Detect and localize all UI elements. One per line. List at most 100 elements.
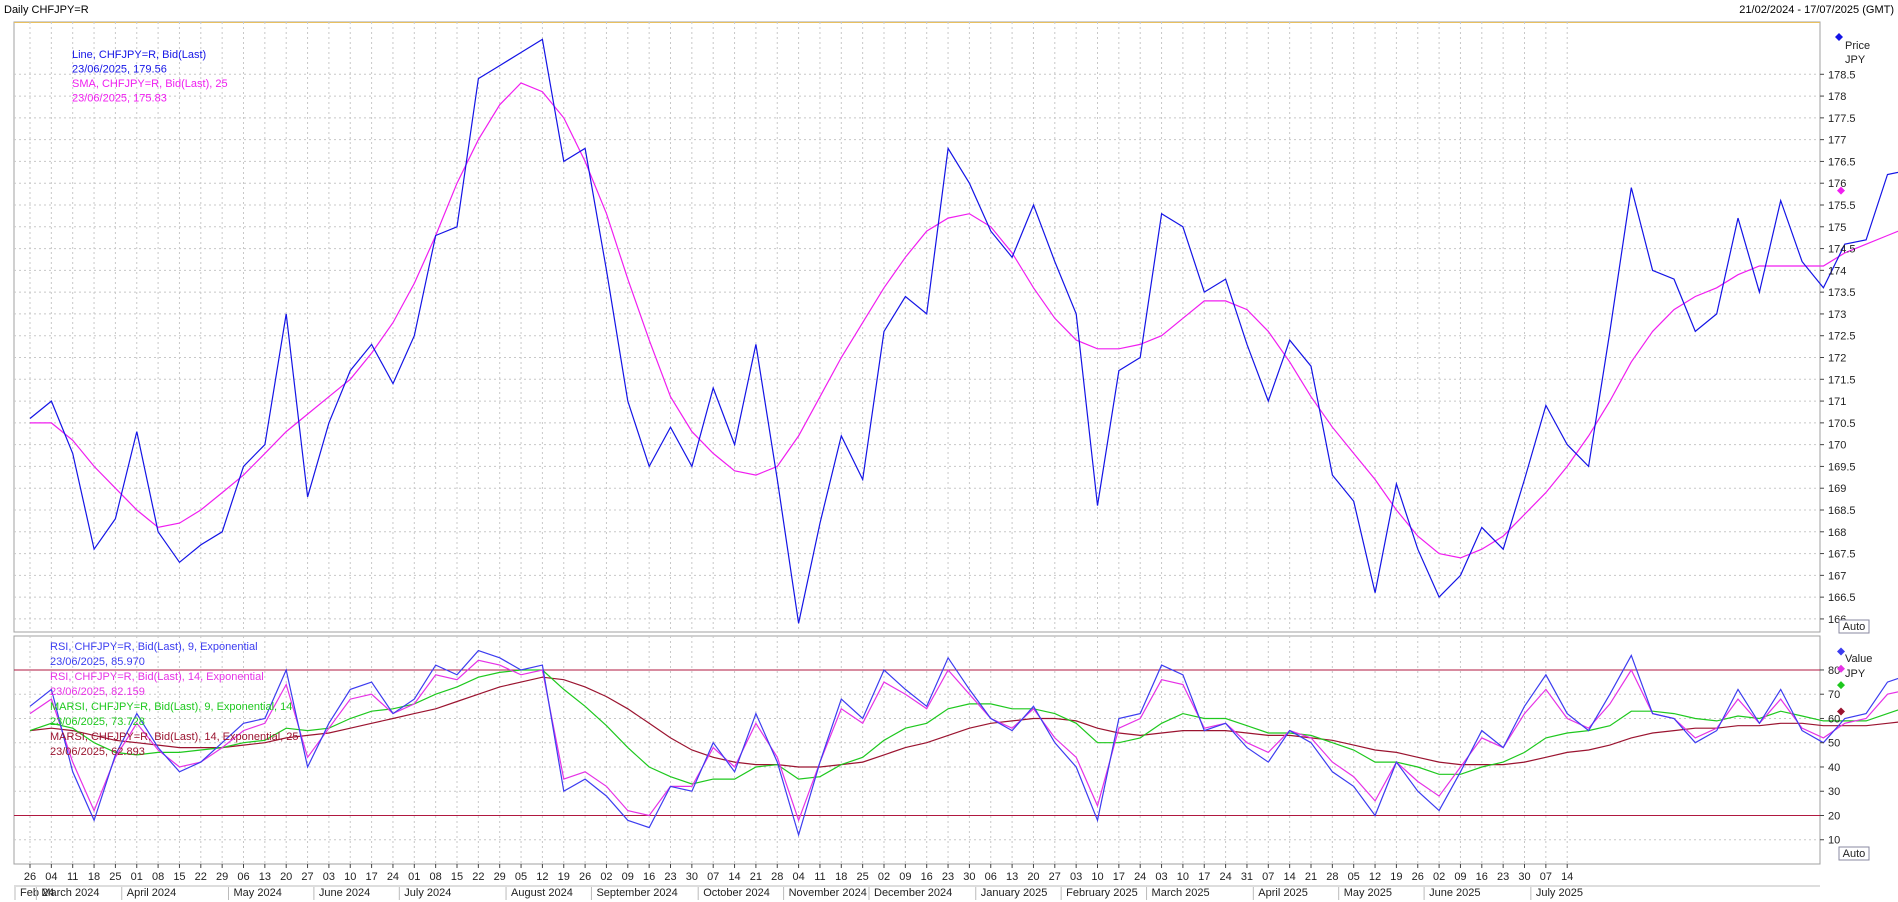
date-day-label: 14 bbox=[728, 871, 740, 883]
indicator-tick-label: 80 bbox=[1828, 665, 1840, 677]
indicator-axis-unit: JPY bbox=[1845, 668, 1866, 680]
price-marker-icon bbox=[1835, 33, 1843, 41]
date-day-label: 15 bbox=[173, 871, 185, 883]
date-month-label: June 2024 bbox=[319, 887, 370, 899]
date-month-label: April 2025 bbox=[1258, 887, 1308, 899]
price-panel[interactable] bbox=[13, 21, 1821, 633]
date-day-label: 20 bbox=[1027, 871, 1039, 883]
price-tick-label: 178 bbox=[1828, 91, 1846, 103]
date-day-label: 06 bbox=[985, 871, 997, 883]
marsi9-last-value-marker-icon bbox=[1837, 681, 1845, 690]
date-day-label: 24 bbox=[387, 871, 399, 883]
rsi9-last-value-marker-icon bbox=[1837, 647, 1845, 656]
date-day-label: 12 bbox=[536, 871, 548, 883]
price-tick-label: 168 bbox=[1828, 527, 1846, 539]
date-month-label: August 2024 bbox=[511, 887, 573, 899]
price-auto-label: Auto bbox=[1843, 621, 1866, 633]
indicator-legend-entry: RSI, CHFJPY=R, Bid(Last), 14, Exponentia… bbox=[50, 671, 264, 683]
date-day-label: 28 bbox=[771, 871, 783, 883]
date-month-label: September 2024 bbox=[596, 887, 677, 899]
price-tick-label: 168.5 bbox=[1828, 505, 1856, 517]
date-day-label: 15 bbox=[451, 871, 463, 883]
indicator-tick-label: 50 bbox=[1828, 738, 1840, 750]
chfjpy-chart: Daily CHFJPY=R 21/02/2024 - 17/07/2025 (… bbox=[4, 4, 1898, 900]
date-month-label: March 2025 bbox=[1152, 887, 1210, 899]
date-day-label: 25 bbox=[857, 871, 869, 883]
price-tick-label: 176.5 bbox=[1828, 156, 1856, 168]
price-tick-label: 178.5 bbox=[1828, 69, 1856, 81]
indicator-auto-label: Auto bbox=[1843, 848, 1866, 860]
price-tick-label: 170 bbox=[1828, 440, 1846, 452]
date-day-label: 08 bbox=[430, 871, 442, 883]
indicator-tick-label: 60 bbox=[1828, 713, 1840, 725]
date-day-label: 03 bbox=[1070, 871, 1082, 883]
price-auto-button[interactable]: Auto bbox=[1838, 619, 1870, 634]
indicator-legend-entry: 23/06/2025, 62.893 bbox=[50, 746, 145, 758]
date-day-label: 17 bbox=[1113, 871, 1125, 883]
price-legend-entry: SMA, CHFJPY=R, Bid(Last), 25 bbox=[72, 78, 228, 90]
date-axis: 26 04 11 18 25 01 08 15 22 29 06 13 20 27 03 10 17 24 01 08… bbox=[14, 864, 1820, 900]
date-day-label: 05 bbox=[1348, 871, 1360, 883]
date-day-label: 23 bbox=[942, 871, 954, 883]
date-day-label: 24 bbox=[1219, 871, 1231, 883]
indicator-axis-title: Value bbox=[1845, 653, 1872, 665]
price-tick-label: 175 bbox=[1828, 222, 1846, 234]
price-tick-label: 167 bbox=[1828, 570, 1846, 582]
date-day-label: 02 bbox=[1433, 871, 1445, 883]
price-tick-label: 177 bbox=[1828, 135, 1846, 147]
date-day-label: 02 bbox=[878, 871, 890, 883]
price-tick-label: 166.5 bbox=[1828, 592, 1856, 604]
indicator-tick-label: 30 bbox=[1828, 786, 1840, 798]
price-tick-label: 169.5 bbox=[1828, 461, 1856, 473]
date-day-label: 29 bbox=[216, 871, 228, 883]
date-day-label: 22 bbox=[472, 871, 484, 883]
date-day-label: 16 bbox=[921, 871, 933, 883]
date-month-label: January 2025 bbox=[981, 887, 1048, 899]
date-day-label: 29 bbox=[494, 871, 506, 883]
date-day-label: 10 bbox=[1177, 871, 1189, 883]
date-day-label: 10 bbox=[344, 871, 356, 883]
indicator-tick-label: 20 bbox=[1828, 810, 1840, 822]
date-day-label: 07 bbox=[707, 871, 719, 883]
date-day-label: 16 bbox=[1476, 871, 1488, 883]
price-tick-label: 175.5 bbox=[1828, 200, 1856, 212]
date-month-label: February 2025 bbox=[1066, 887, 1138, 899]
indicator-auto-button[interactable]: Auto bbox=[1838, 846, 1870, 861]
date-day-label: 30 bbox=[963, 871, 975, 883]
date-day-label: 11 bbox=[67, 871, 78, 883]
price-tick-label: 173 bbox=[1828, 309, 1846, 321]
price-legend-entry: 23/06/2025, 175.83 bbox=[72, 93, 167, 105]
price-axis: 166166.5167167.5168168.5169169.5170170.5… bbox=[1820, 69, 1856, 626]
date-day-label: 09 bbox=[622, 871, 634, 883]
date-day-label: 19 bbox=[558, 871, 570, 883]
indicator-legend-entry: MARSI, CHFJPY=R, Bid(Last), 9, Exponenti… bbox=[50, 701, 292, 713]
price-legend-entry: 23/06/2025, 179.56 bbox=[72, 64, 167, 76]
date-day-label: 16 bbox=[643, 871, 655, 883]
date-day-label: 21 bbox=[750, 871, 762, 883]
date-month-label: July 2025 bbox=[1536, 887, 1583, 899]
date-day-label: 30 bbox=[686, 871, 698, 883]
date-day-label: 27 bbox=[1049, 871, 1061, 883]
price-tick-label: 171.5 bbox=[1828, 374, 1856, 386]
indicator-legend-entry: 23/06/2025, 82.159 bbox=[50, 686, 145, 698]
date-day-label: 17 bbox=[1198, 871, 1210, 883]
date-day-label: 21 bbox=[1305, 871, 1317, 883]
indicator-legend-entry: RSI, CHFJPY=R, Bid(Last), 9, Exponential bbox=[50, 641, 258, 653]
price-tick-label: 174 bbox=[1828, 265, 1846, 277]
date-day-label: 10 bbox=[1091, 871, 1103, 883]
date-day-label: 14 bbox=[1284, 871, 1296, 883]
date-day-label: 07 bbox=[1262, 871, 1274, 883]
indicator-tick-label: 10 bbox=[1828, 835, 1840, 847]
date-day-label: 30 bbox=[1518, 871, 1530, 883]
date-day-label: 05 bbox=[515, 871, 527, 883]
date-day-label: 18 bbox=[835, 871, 847, 883]
indicator-tick-label: 40 bbox=[1828, 762, 1840, 774]
price-tick-label: 171 bbox=[1828, 396, 1846, 408]
date-day-label: 23 bbox=[1497, 871, 1509, 883]
date-month-label: April 2024 bbox=[127, 887, 177, 899]
date-day-label: 28 bbox=[1326, 871, 1338, 883]
indicator-legend-entry: 23/06/2025, 85.970 bbox=[50, 656, 145, 668]
date-day-label: 19 bbox=[1390, 871, 1402, 883]
date-day-label: 26 bbox=[24, 871, 36, 883]
date-day-label: 25 bbox=[109, 871, 121, 883]
